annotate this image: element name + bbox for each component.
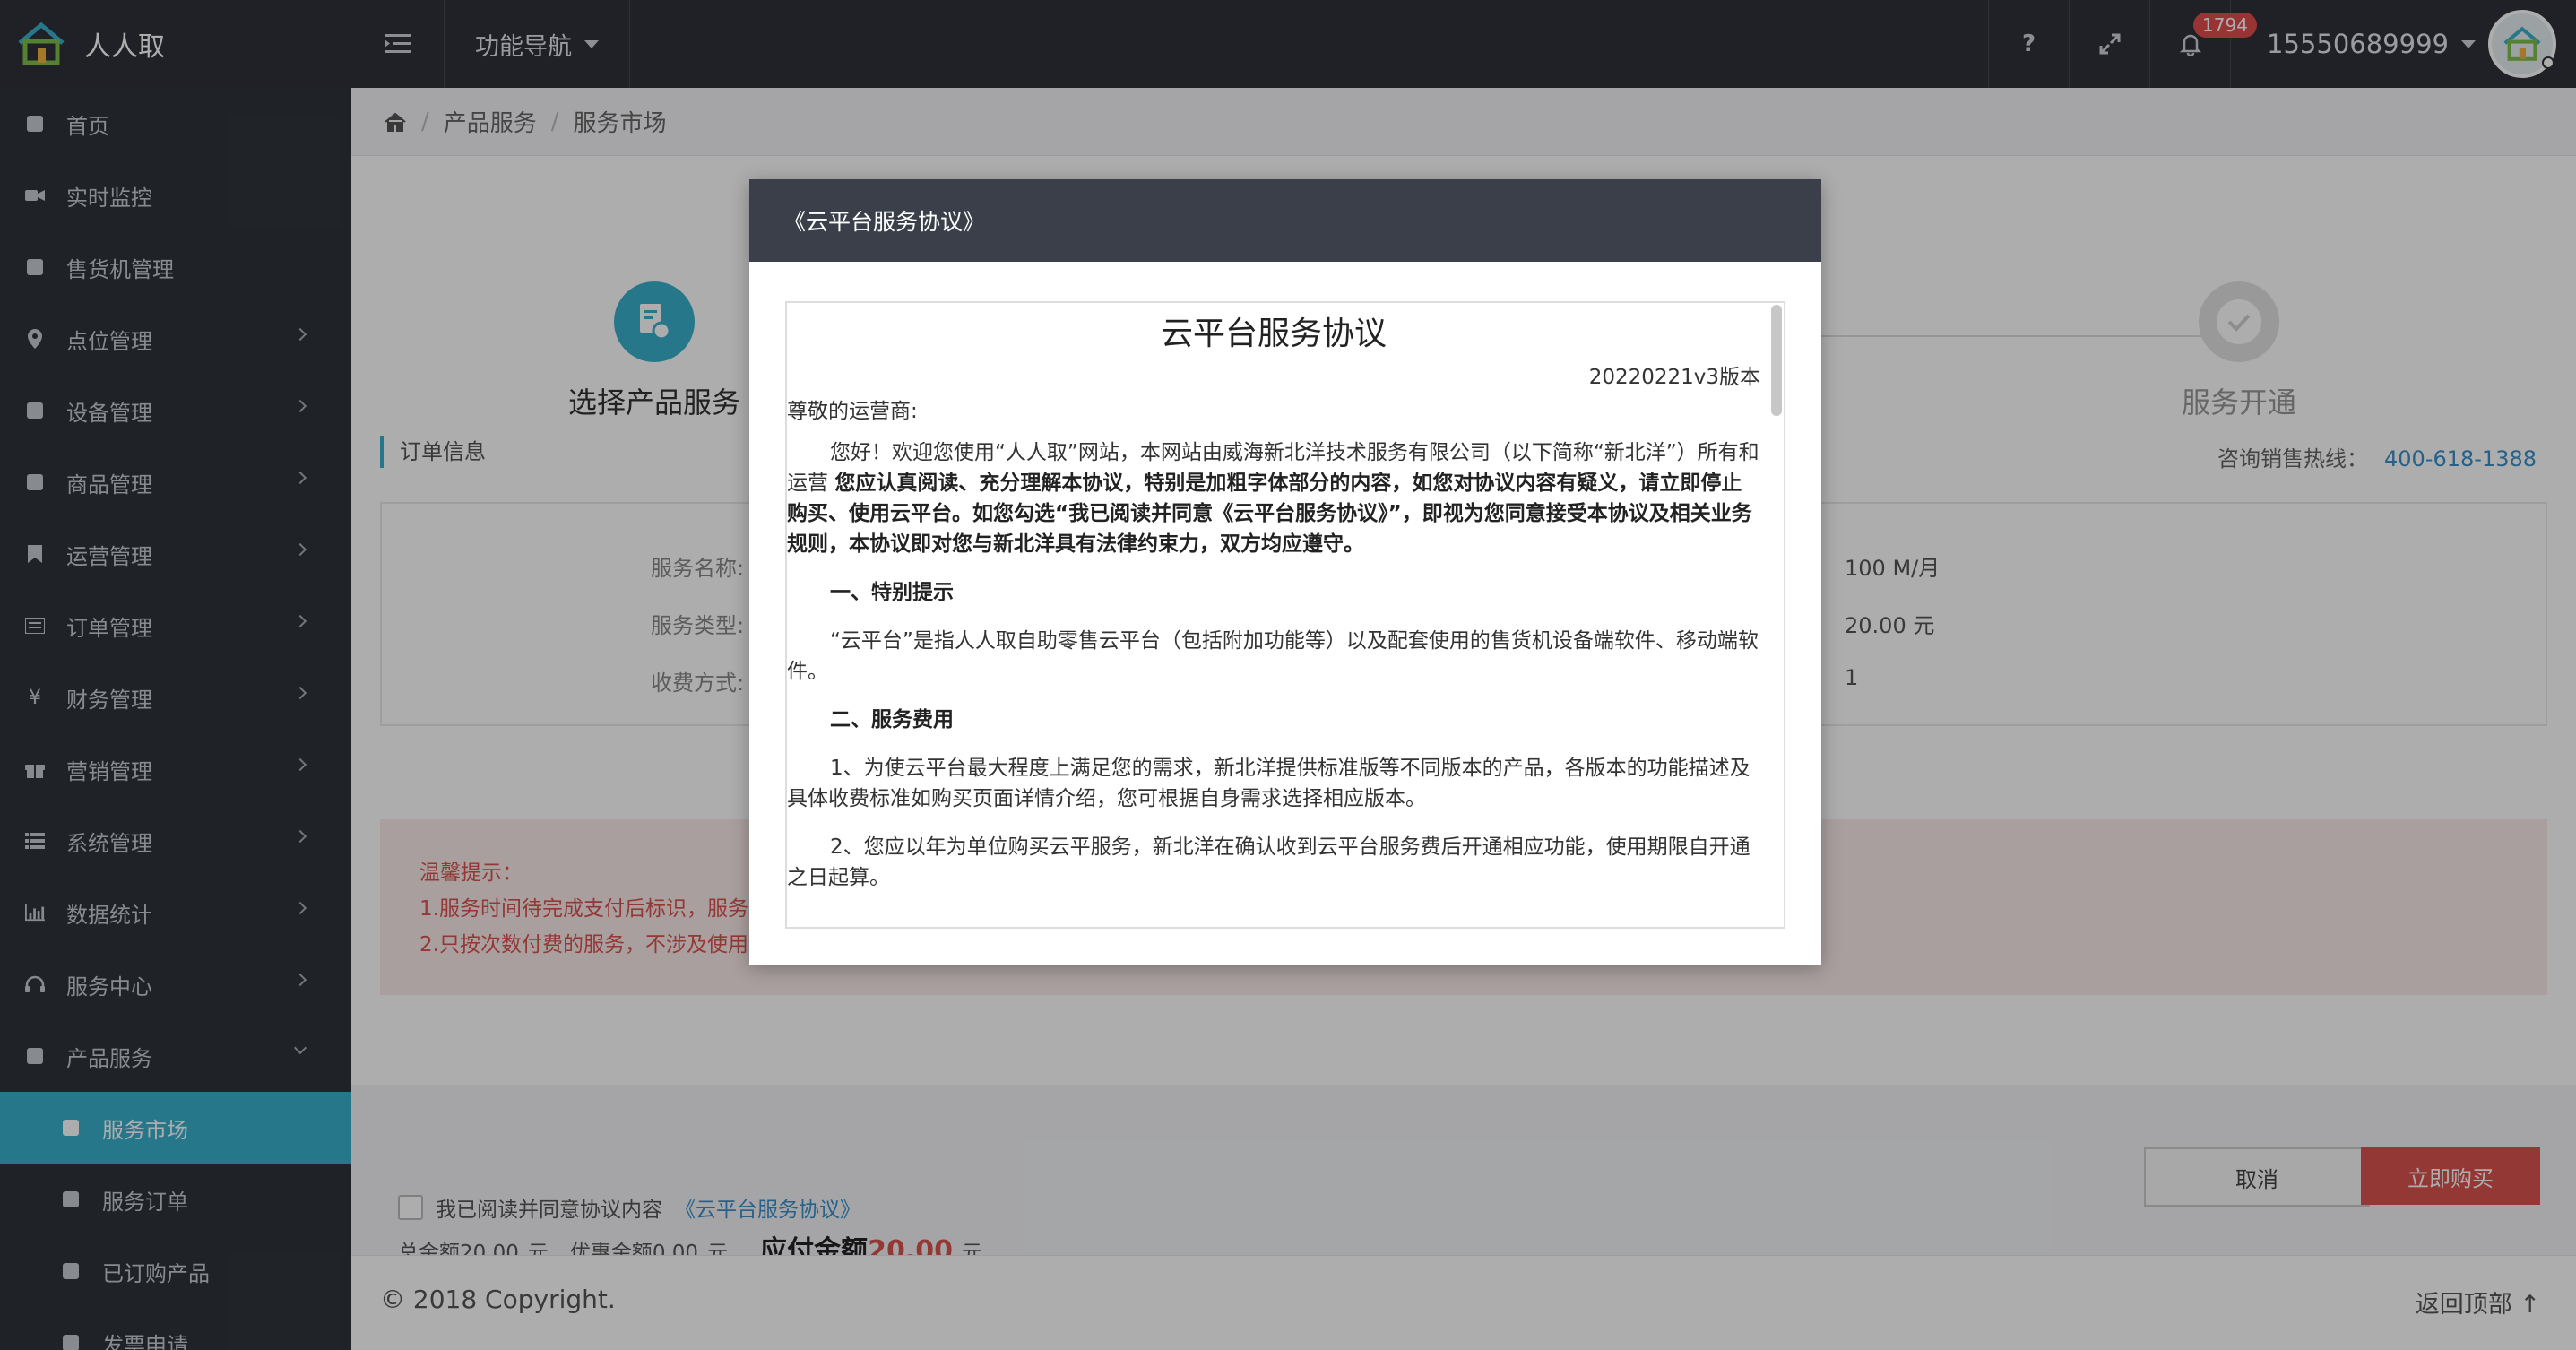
- doc-bold-text: 您应认真阅读、充分理解本协议，特别是加粗字体部分的内容，如您对协议内容有疑义，请…: [787, 472, 1752, 556]
- doc-paragraph: 1、为使云平台最大程度上满足您的需求，新北洋提供标准版等不同版本的产品，各版本的…: [787, 757, 1750, 810]
- doc-paragraph: 2、您应以年为单位购买云平服务，新北洋在确认收到云平台服务费后开通相应功能，使用…: [787, 835, 1750, 889]
- agreement-modal: 《云平台服务协议》 云平台服务协议 20220221v3版本 尊敬的运营商: 您…: [749, 179, 1821, 965]
- doc-heading: 一、特别提示: [830, 581, 954, 604]
- doc-paragraph: “云平台”是指人人取自助零售云平台（包括附加功能等）以及配套使用的售货机设备端软…: [787, 629, 1759, 683]
- doc-heading: 二、服务费用: [830, 708, 954, 731]
- doc-paragraph: 您好！欢迎您使用“人人取”网站，本网站由威海新北洋技术服务有限公司（以下简称“新…: [787, 437, 1760, 559]
- doc-title: 云平台服务协议: [1160, 316, 1387, 352]
- doc-greeting: 尊敬的运营商:: [787, 400, 918, 423]
- agreement-document[interactable]: 云平台服务协议 20220221v3版本 尊敬的运营商: 您好！欢迎您使用“人人…: [785, 301, 1785, 929]
- modal-title: 《云平台服务协议》: [749, 179, 1821, 262]
- doc-scrollbar[interactable]: [1771, 305, 1782, 416]
- doc-version: 20220221v3版本: [1588, 366, 1760, 389]
